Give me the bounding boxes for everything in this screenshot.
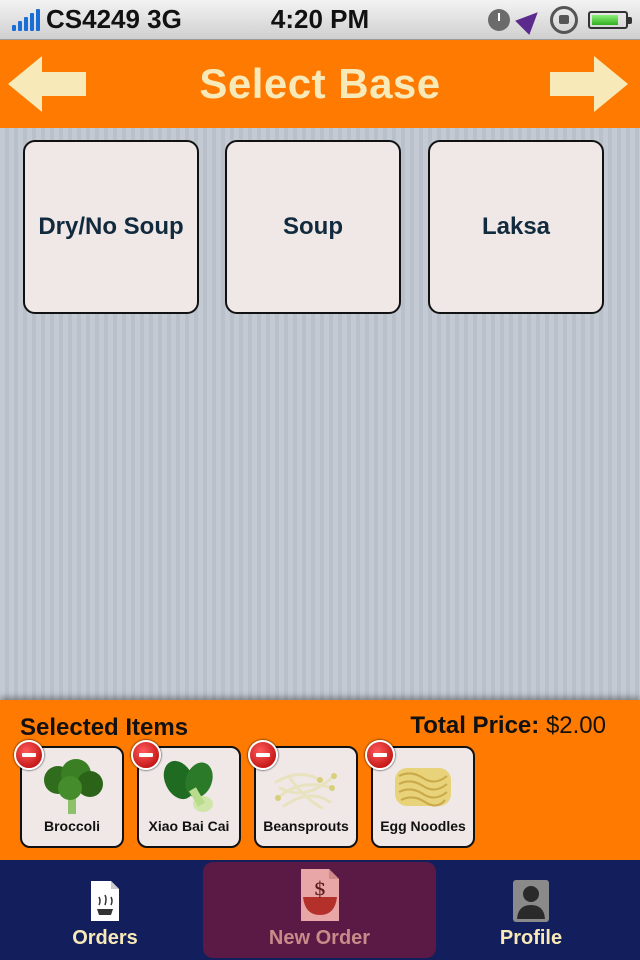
forward-arrow-icon[interactable]: [548, 54, 628, 114]
signal-strength-icon: [12, 8, 40, 31]
status-left: CS4249 3G: [12, 4, 182, 35]
base-option-soup[interactable]: Soup: [225, 140, 401, 314]
page-title: Select Base: [199, 60, 441, 107]
item-name: Xiao Bai Cai: [148, 818, 230, 834]
total-price: Total Price: $2.00: [410, 712, 606, 740]
status-right: [488, 4, 632, 35]
base-option-dry[interactable]: Dry/No Soup: [23, 140, 199, 314]
selected-item-broccoli[interactable]: Broccoli: [14, 740, 124, 848]
item-name: Egg Noodles: [380, 818, 466, 834]
selected-item-xiao-bai-cai[interactable]: Xiao Bai Cai: [131, 740, 241, 848]
alarm-clock-icon: [488, 8, 510, 31]
total-price-label: Total Price:: [410, 712, 540, 739]
header-bar: Select Base: [0, 40, 640, 128]
rotation-lock-icon: [550, 5, 578, 34]
base-selection-area: Dry/No Soup Soup Laksa: [0, 128, 640, 700]
tab-bar: Orders $ New Order Profile: [0, 860, 640, 960]
tab-orders[interactable]: Orders: [10, 862, 200, 958]
tab-label: Profile: [499, 927, 563, 949]
tab-new-order[interactable]: $ New Order: [203, 862, 436, 958]
orders-icon: [91, 881, 119, 921]
profile-icon: [513, 880, 549, 922]
carrier-label: CS4249 3G: [46, 4, 182, 34]
tab-profile[interactable]: Profile: [436, 862, 626, 958]
location-arrow-icon: [515, 4, 545, 35]
bok-choy-icon: [163, 760, 213, 812]
svg-text:$: $: [313, 876, 326, 900]
selected-items-panel: Selected Items Total Price: $2.00 Brocco…: [0, 700, 640, 860]
base-option-laksa[interactable]: Laksa: [428, 140, 604, 314]
selected-item-egg-noodles[interactable]: Egg Noodles: [365, 740, 475, 848]
status-bar: CS4249 3G 4:20 PM: [0, 0, 640, 40]
selected-items-title: Selected Items: [20, 714, 189, 741]
total-price-value: $2.00: [545, 712, 606, 739]
item-name: Beansprouts: [263, 818, 349, 834]
battery-icon: [588, 10, 632, 29]
new-order-icon: $: [300, 869, 339, 921]
item-name: Broccoli: [43, 818, 100, 834]
selected-item-beansprouts[interactable]: Beansprouts: [248, 740, 358, 848]
back-arrow-icon[interactable]: [8, 54, 88, 114]
egg-noodles-icon: [395, 768, 451, 807]
tab-label: Orders: [72, 927, 138, 949]
beansprouts-icon: [274, 773, 337, 810]
tab-label: New Order: [268, 927, 371, 949]
broccoli-icon: [44, 759, 103, 814]
